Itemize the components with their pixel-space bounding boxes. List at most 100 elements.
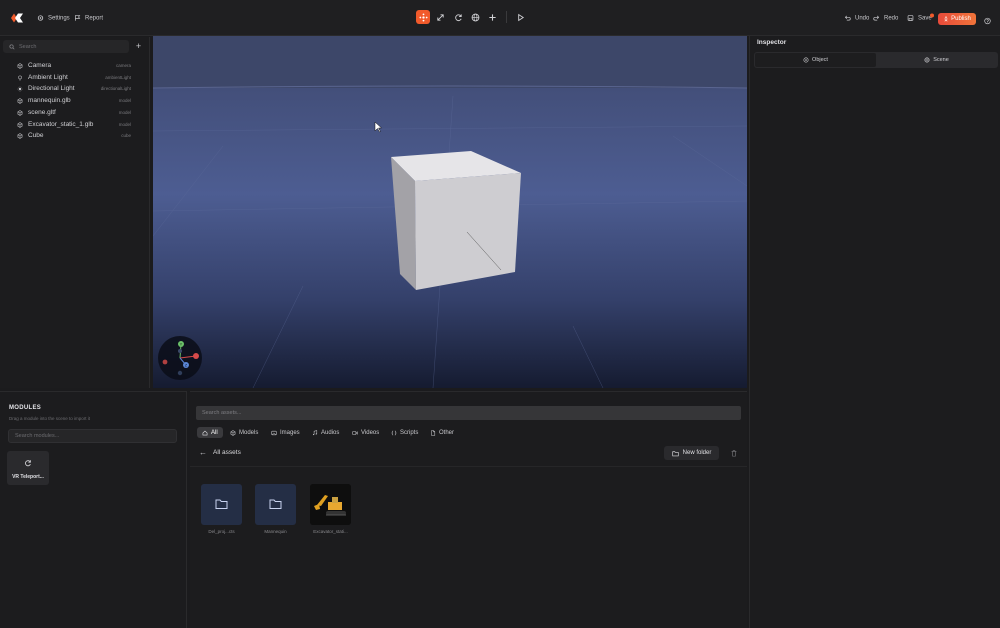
hierarchy-item-name: scene.gltf xyxy=(28,108,56,116)
image-icon xyxy=(271,430,277,435)
inspector-panel: Inspector Object Scene xyxy=(749,36,1000,628)
cube-icon xyxy=(17,63,23,69)
globe-icon xyxy=(471,13,479,21)
tab-scene[interactable]: Scene xyxy=(876,53,997,67)
module-card-vr-teleport[interactable]: VR Teleport... xyxy=(7,451,49,485)
plus-icon xyxy=(488,13,496,21)
hierarchy-item[interactable]: Directional Light directionalLight xyxy=(0,83,150,95)
hierarchy-item[interactable]: Camera camera xyxy=(0,60,150,72)
asset-folder-tile[interactable] xyxy=(201,484,242,525)
modules-title: MODULES xyxy=(9,405,42,411)
3d-viewport[interactable]: Y Z xyxy=(153,36,747,388)
light-bulb-icon xyxy=(18,75,22,81)
report-button[interactable]: Report xyxy=(74,15,103,22)
file-icon xyxy=(431,429,436,436)
cube-icon xyxy=(17,121,23,128)
trash-icon[interactable] xyxy=(730,449,738,457)
neg-x-axis-handle[interactable] xyxy=(162,359,168,365)
filter-scripts-label: Scripts xyxy=(400,429,419,436)
sun-icon xyxy=(17,87,23,92)
filter-images[interactable]: Images xyxy=(266,427,305,438)
hierarchy-item-type: model xyxy=(118,109,131,115)
filter-audios[interactable]: Audios xyxy=(307,427,344,438)
hierarchy-item[interactable]: mannequin.glb model xyxy=(0,95,150,107)
y-axis-label: Y xyxy=(180,342,183,347)
hierarchy-item-type: model xyxy=(118,121,131,127)
music-icon xyxy=(312,429,318,435)
x-axis-handle[interactable] xyxy=(193,353,199,359)
filter-other-label: Other xyxy=(439,429,455,436)
modules-search-input[interactable]: Search modules... xyxy=(8,429,177,443)
settings-button[interactable]: Settings xyxy=(37,15,70,22)
editor-app: Settings Report Undo Redo Save Publish S… xyxy=(0,0,1000,628)
assets-search-input[interactable]: Search assets... xyxy=(196,406,741,420)
filter-all[interactable]: All xyxy=(197,427,223,438)
hierarchy-item[interactable]: Ambient Light ambientLight xyxy=(0,72,150,84)
asset-label: Excavator_stati... xyxy=(313,529,348,534)
cube-mesh[interactable] xyxy=(391,151,521,290)
viewport-horizon xyxy=(153,36,747,88)
braces-icon xyxy=(391,430,397,435)
neg-y-axis-handle[interactable] xyxy=(177,370,183,376)
publish-label: Publish xyxy=(951,16,971,22)
asset-folder-tile[interactable] xyxy=(255,484,296,525)
hierarchy-item[interactable]: Cube cube xyxy=(0,130,150,142)
undo-icon xyxy=(844,15,851,21)
tab-object[interactable]: Object xyxy=(755,53,876,67)
asset-label: Del_proj...cts xyxy=(208,529,235,534)
folder-plus-icon xyxy=(672,450,679,456)
hierarchy-item[interactable]: scene.gltf model xyxy=(0,107,150,119)
inspector-title: Inspector xyxy=(757,39,787,46)
play-button[interactable] xyxy=(513,10,527,24)
asset-model-thumbnail[interactable] xyxy=(310,484,351,525)
asset-label: Mannequin xyxy=(264,529,287,534)
hierarchy-item-type: directionalLight xyxy=(100,86,131,92)
hierarchy-item-name: Directional Light xyxy=(28,85,75,93)
filter-videos[interactable]: Videos xyxy=(347,427,384,438)
save-icon xyxy=(907,15,914,21)
cube-icon xyxy=(17,133,23,139)
undo-button[interactable]: Undo xyxy=(844,15,869,22)
refresh-icon xyxy=(25,460,31,467)
world-space-button[interactable] xyxy=(468,10,482,24)
select-tool-button[interactable] xyxy=(416,10,430,24)
new-folder-button[interactable]: New folder xyxy=(664,446,719,460)
neg-z-axis-handle[interactable] xyxy=(178,349,182,353)
modules-panel: MODULES Drag a module into the scene to … xyxy=(0,391,187,628)
scene-render[interactable] xyxy=(153,36,747,388)
assets-panel: Search assets... All Models Images Audio… xyxy=(190,391,747,628)
filter-other[interactable]: Other xyxy=(425,427,459,438)
new-folder-label: New folder xyxy=(682,450,712,456)
redo-label: Redo xyxy=(884,15,899,21)
hierarchy-item-name: Excavator_static_1.glb xyxy=(28,120,94,128)
folder-icon xyxy=(215,499,228,509)
scale-tool-button[interactable] xyxy=(433,10,447,24)
add-scene-object-button[interactable]: + xyxy=(134,41,143,51)
filter-videos-label: Videos xyxy=(361,429,380,436)
publish-button[interactable]: Publish xyxy=(938,13,976,25)
help-icon[interactable] xyxy=(984,17,991,25)
filter-models[interactable]: Models xyxy=(225,427,263,438)
filter-audios-label: Audios xyxy=(321,429,340,436)
object-icon xyxy=(803,57,809,63)
axis-gizmo[interactable]: Y Z xyxy=(157,335,203,381)
transform-toolbar xyxy=(415,10,535,31)
hierarchy-item[interactable]: Excavator_static_1.glb model xyxy=(0,119,150,131)
add-object-button[interactable] xyxy=(485,10,499,24)
back-arrow-icon[interactable]: ← xyxy=(199,448,207,457)
filter-scripts[interactable]: Scripts xyxy=(386,427,423,438)
redo-icon xyxy=(873,15,880,21)
app-logo[interactable] xyxy=(11,13,23,23)
gear-icon xyxy=(37,15,44,21)
asset-path-breadcrumb: All assets xyxy=(213,449,241,456)
hierarchy-search-input[interactable]: Search xyxy=(3,40,129,53)
top-bar: Settings Report Undo Redo Save Publish xyxy=(0,0,1000,36)
assets-divider xyxy=(190,466,747,467)
hierarchy-item-name: Camera xyxy=(28,62,52,69)
filter-all-label: All xyxy=(211,429,218,436)
rotate-icon xyxy=(454,13,462,21)
tab-scene-label: Scene xyxy=(933,57,949,63)
redo-button[interactable]: Redo xyxy=(873,15,898,22)
rotate-tool-button[interactable] xyxy=(451,10,465,24)
save-button[interactable]: Save xyxy=(907,13,934,22)
